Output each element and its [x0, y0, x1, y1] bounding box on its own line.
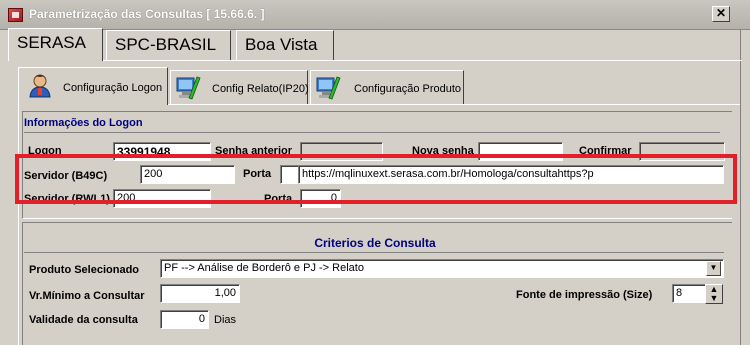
monitor-icon — [176, 76, 201, 100]
logon-section-title: Informações do Logon — [24, 117, 143, 129]
chevron-down-icon[interactable]: ▼ — [706, 261, 721, 276]
validade-field[interactable]: 0 — [160, 310, 209, 329]
user-icon — [29, 74, 51, 98]
porta2-field[interactable]: 0 — [300, 189, 341, 208]
nova-senha-label: Nova senha — [412, 145, 474, 157]
confirmar-label: Confirmar — [579, 145, 632, 157]
window-titlebar[interactable]: Parametrização das Consultas [ 15.66.6. … — [0, 0, 750, 30]
fonte-field[interactable]: 8 — [672, 284, 706, 303]
fonte-label: Fonte de impressão (Size) — [516, 289, 653, 301]
tab-spc-brasil-label: SPC-BRASIL — [115, 35, 217, 54]
subtab-configuracao-logon-label: Configuração Logon — [63, 82, 163, 94]
logon-field[interactable]: 33991948 — [113, 142, 211, 161]
subtab-config-relato[interactable]: Config Relato(IP20) — [170, 70, 309, 104]
confirmar-field[interactable] — [639, 142, 725, 161]
servidor-rwl1-field[interactable]: 200 — [113, 189, 211, 208]
subtab-config-relato-label: Config Relato(IP20) — [212, 83, 309, 95]
tab-spc-brasil[interactable]: SPC-BRASIL — [106, 30, 231, 60]
servidor-rwl1-label: Servidor (RWL1) — [24, 193, 110, 205]
senha-anterior-field[interactable] — [300, 142, 383, 161]
monitor-icon — [316, 76, 341, 100]
main-tab-divider — [8, 60, 742, 61]
criterios-section-title: Criterios de Consulta — [314, 236, 436, 250]
tab-serasa-label: SERASA — [17, 33, 86, 52]
criterios-section-divider — [24, 252, 724, 253]
vr-minimo-label: Vr.Mínimo a Consultar — [29, 290, 145, 302]
vr-minimo-field[interactable]: 1,00 — [160, 284, 240, 303]
window-title: Parametrização das Consultas [ 15.66.6. … — [29, 7, 265, 21]
produto-label: Produto Selecionado — [29, 264, 140, 276]
fonte-stepper[interactable]: ▲ ▼ — [705, 284, 723, 304]
nova-senha-field[interactable] — [478, 142, 563, 161]
tab-serasa[interactable]: SERASA — [8, 28, 103, 61]
tab-boa-vista[interactable]: Boa Vista — [236, 30, 334, 60]
servidor-b49c-label: Servidor (B49C) — [24, 170, 108, 182]
validade-label: Validade da consulta — [29, 314, 138, 326]
produto-select[interactable]: PF --> Análise de Borderô e PJ -> Relato — [160, 259, 724, 278]
senha-anterior-label: Senha anterior — [215, 145, 293, 157]
url-field[interactable]: https://mqlinuxext.serasa.com.br/Homolog… — [298, 165, 724, 184]
servidor-b49c-field[interactable]: 200 — [140, 165, 235, 184]
close-button[interactable]: ✕ — [712, 6, 730, 22]
dias-label: Dias — [214, 314, 237, 326]
app-icon — [8, 8, 23, 22]
subtab-configuracao-produto-label: Configuração Produto — [354, 83, 462, 95]
logon-section-divider — [24, 132, 720, 133]
logon-label: Logon — [28, 145, 62, 157]
window-edge — [740, 30, 750, 345]
subtab-configuracao-logon[interactable]: Configuração Logon — [18, 67, 168, 105]
porta2-label: Porta — [264, 193, 293, 205]
porta-label: Porta — [243, 168, 272, 180]
tab-boa-vista-label: Boa Vista — [245, 35, 318, 54]
subtab-configuracao-produto[interactable]: Configuração Produto — [310, 70, 464, 104]
